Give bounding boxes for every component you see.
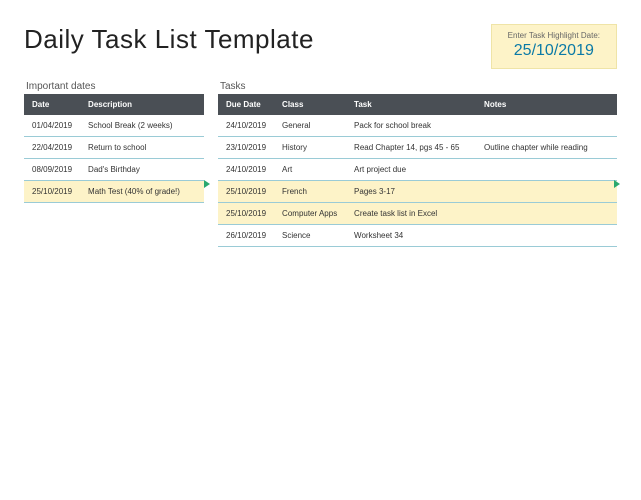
table-row[interactable]: 24/10/2019GeneralPack for school break [218, 115, 617, 137]
cell-date: 22/04/2019 [24, 137, 80, 159]
table-header-row: Due Date Class Task Notes [218, 94, 617, 115]
cell-class: Science [274, 225, 346, 247]
header: Daily Task List Template Enter Task High… [24, 24, 617, 69]
col-header-task: Task [346, 94, 476, 115]
table-row[interactable]: 23/10/2019HistoryRead Chapter 14, pgs 45… [218, 137, 617, 159]
important-dates-block: Important dates Date Description 01/04/2… [24, 81, 204, 203]
cell-due-date: 25/10/2019 [218, 203, 274, 225]
cell-notes [476, 203, 617, 225]
cell-notes: Outline chapter while reading [476, 137, 617, 159]
table-row[interactable]: 24/10/2019ArtArt project due [218, 159, 617, 181]
cell-description: Math Test (40% of grade!) [80, 181, 204, 203]
col-header-class: Class [274, 94, 346, 115]
cell-due-date: 24/10/2019 [218, 115, 274, 137]
cell-notes [476, 115, 617, 137]
important-dates-title: Important dates [24, 81, 204, 92]
cell-date: 01/04/2019 [24, 115, 80, 137]
table-row[interactable]: 25/10/2019Math Test (40% of grade!) [24, 181, 204, 203]
important-dates-table: Date Description 01/04/2019School Break … [24, 94, 204, 203]
col-header-notes: Notes [476, 94, 617, 115]
table-row[interactable]: 01/04/2019School Break (2 weeks) [24, 115, 204, 137]
cell-due-date: 23/10/2019 [218, 137, 274, 159]
cell-class: French [274, 181, 346, 203]
cell-task: Pack for school break [346, 115, 476, 137]
tasks-title: Tasks [218, 81, 617, 92]
cell-class: General [274, 115, 346, 137]
col-header-date: Date [24, 94, 80, 115]
cell-notes [476, 159, 617, 181]
col-header-due-date: Due Date [218, 94, 274, 115]
page-title: Daily Task List Template [24, 24, 314, 55]
cell-class: Computer Apps [274, 203, 346, 225]
cell-task: Read Chapter 14, pgs 45 - 65 [346, 137, 476, 159]
cell-notes [476, 225, 617, 247]
cell-class: Art [274, 159, 346, 181]
comment-indicator-icon [614, 180, 620, 188]
cell-description: Dad's Birthday [80, 159, 204, 181]
comment-indicator-icon [204, 180, 210, 188]
cell-task: Create task list in Excel [346, 203, 476, 225]
highlight-date-value: 25/10/2019 [508, 42, 600, 60]
cell-due-date: 25/10/2019 [218, 181, 274, 203]
tasks-table: Due Date Class Task Notes 24/10/2019Gene… [218, 94, 617, 247]
table-row[interactable]: 25/10/2019FrenchPages 3-17 [218, 181, 617, 203]
cell-date: 08/09/2019 [24, 159, 80, 181]
table-row[interactable]: 22/04/2019Return to school [24, 137, 204, 159]
cell-task: Pages 3-17 [346, 181, 476, 203]
cell-description: School Break (2 weeks) [80, 115, 204, 137]
table-row[interactable]: 26/10/2019ScienceWorksheet 34 [218, 225, 617, 247]
cell-task: Art project due [346, 159, 476, 181]
highlight-date-box[interactable]: Enter Task Highlight Date: 25/10/2019 [491, 24, 617, 69]
col-header-description: Description [80, 94, 204, 115]
cell-date: 25/10/2019 [24, 181, 80, 203]
table-header-row: Date Description [24, 94, 204, 115]
tables-container: Important dates Date Description 01/04/2… [24, 81, 617, 247]
page-container: Daily Task List Template Enter Task High… [0, 0, 641, 247]
tasks-block: Tasks Due Date Class Task Notes 24/10/20… [218, 81, 617, 247]
cell-due-date: 24/10/2019 [218, 159, 274, 181]
table-row[interactable]: 08/09/2019Dad's Birthday [24, 159, 204, 181]
cell-class: History [274, 137, 346, 159]
highlight-date-label: Enter Task Highlight Date: [508, 31, 600, 40]
cell-notes [476, 181, 617, 203]
table-row[interactable]: 25/10/2019Computer AppsCreate task list … [218, 203, 617, 225]
cell-description: Return to school [80, 137, 204, 159]
cell-due-date: 26/10/2019 [218, 225, 274, 247]
cell-task: Worksheet 34 [346, 225, 476, 247]
